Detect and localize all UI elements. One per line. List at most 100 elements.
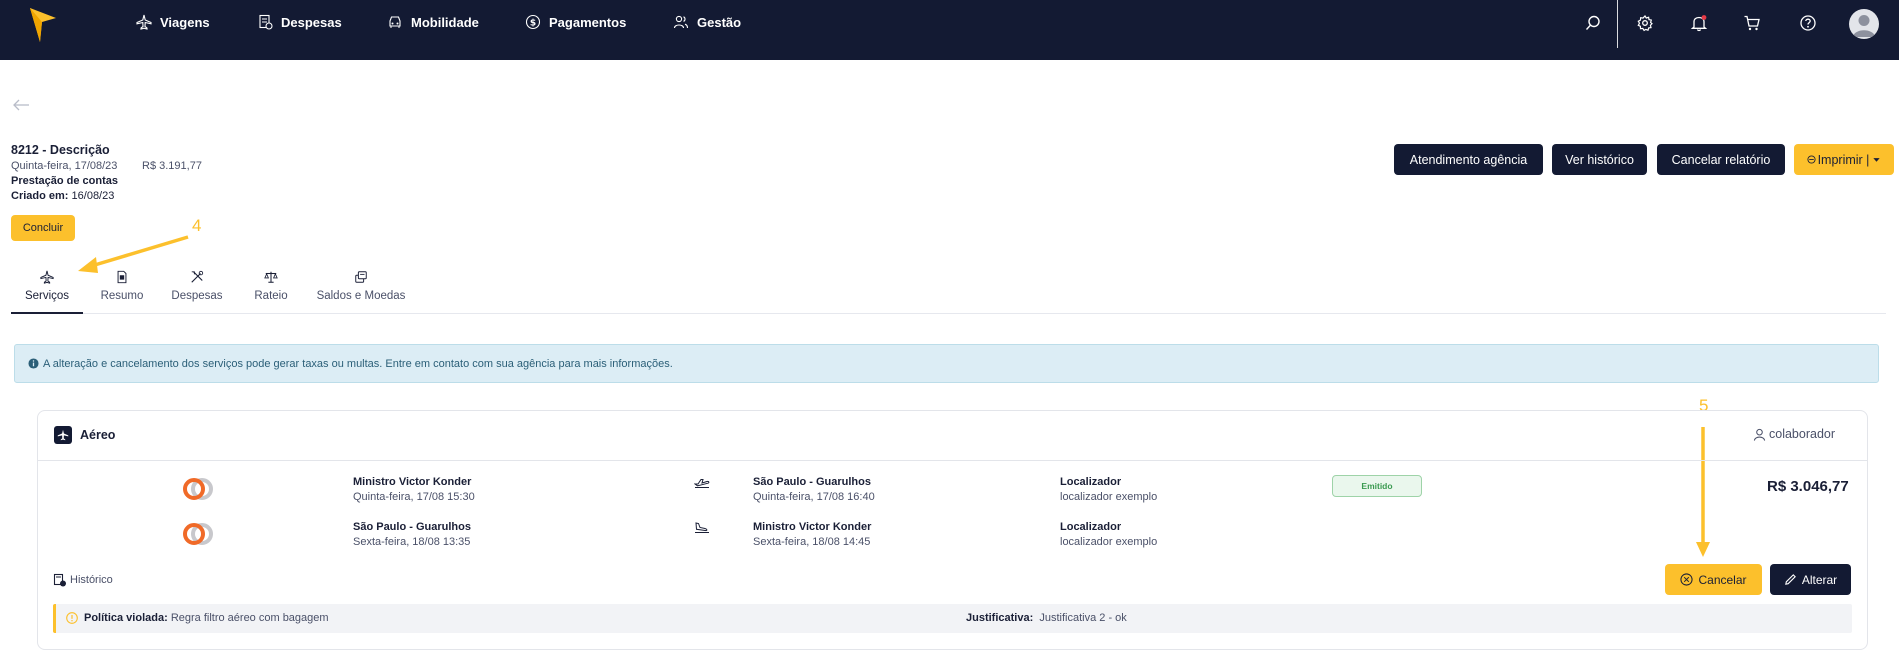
- tab-saldos-moedas[interactable]: Saldos e Moedas: [314, 270, 408, 314]
- back-arrow-icon[interactable]: [12, 98, 30, 112]
- flight-2-origin: São Paulo - Guarulhos: [353, 521, 471, 533]
- info-icon: [28, 358, 39, 369]
- policy-violated-value: Regra filtro aéreo com bagagem: [170, 612, 329, 624]
- airline-logo-icon: [183, 523, 213, 545]
- nav-gestao[interactable]: Gestão: [673, 13, 741, 31]
- created-label: Criado em:: [11, 190, 69, 202]
- nav-despesas-label: Despesas: [281, 14, 342, 30]
- edit-service-label: Alterar: [1801, 572, 1838, 587]
- justification-value: Justificativa 2 - ok: [1039, 612, 1127, 624]
- coins-icon: [355, 271, 367, 283]
- landing-icon: [695, 522, 709, 533]
- print-label: Imprimir |: [1817, 152, 1870, 167]
- notifications-button[interactable]: [1688, 12, 1710, 34]
- chevron-down-icon: [1873, 158, 1881, 162]
- airline-logo-icon: [183, 478, 213, 500]
- document-icon: [117, 270, 127, 284]
- tab-servicos-label: Serviços: [24, 290, 70, 302]
- nav-viagens-label: Viagens: [160, 14, 210, 30]
- nav-mobilidade-label: Mobilidade: [411, 14, 479, 30]
- tab-rateio[interactable]: Rateio: [252, 270, 290, 314]
- flight-1-destination: São Paulo - Guarulhos: [753, 476, 871, 488]
- tab-despesas-label: Despesas: [171, 290, 223, 302]
- search-button[interactable]: [1582, 12, 1604, 34]
- policy-justification: Justificativa: Justificativa 2 - ok: [966, 612, 1127, 624]
- scale-icon: [264, 271, 278, 283]
- printer-icon: [1807, 155, 1816, 164]
- policy-violated-label: Política violada:: [84, 612, 168, 624]
- cancel-service-label: Cancelar: [1698, 572, 1747, 587]
- nav-mobilidade[interactable]: Mobilidade: [387, 13, 479, 31]
- service-price: R$ 3.046,77: [1767, 478, 1849, 495]
- user-icon: [1753, 428, 1766, 441]
- plane-icon: [40, 270, 54, 284]
- agency-support-button[interactable]: Atendimento agência: [1394, 144, 1543, 175]
- conclude-button[interactable]: Concluir: [11, 215, 75, 241]
- airplane-badge-icon: [54, 426, 72, 444]
- warning-icon: [66, 612, 78, 624]
- tab-resumo-label: Resumo: [100, 290, 144, 302]
- tab-saldos-label: Saldos e Moedas: [316, 290, 406, 302]
- nav-pagamentos-label: Pagamentos: [549, 14, 627, 30]
- pencil-icon: [1784, 574, 1796, 585]
- bell-icon: [1690, 15, 1708, 32]
- nav-pagamentos[interactable]: $ Pagamentos: [525, 13, 626, 31]
- takeoff-icon: [694, 479, 710, 488]
- history-link[interactable]: Histórico: [53, 573, 113, 587]
- tab-active-indicator: [11, 312, 83, 314]
- collaborator-link[interactable]: colaborador: [1753, 427, 1835, 441]
- tab-resumo[interactable]: Resumo: [99, 270, 145, 314]
- tab-rateio-label: Rateio: [254, 290, 288, 302]
- view-history-button[interactable]: Ver histórico: [1552, 144, 1647, 175]
- settings-button[interactable]: [1634, 12, 1656, 34]
- search-icon: [1585, 15, 1600, 30]
- nav-despesas[interactable]: Despesas: [257, 13, 342, 31]
- report-created: Criado em: 16/08/23: [11, 190, 114, 202]
- cart-button[interactable]: [1741, 12, 1763, 34]
- user-icon: [1853, 15, 1875, 37]
- flight-2-destination: Ministro Victor Konder: [753, 521, 872, 533]
- plane-icon: [136, 14, 152, 30]
- flight-1-origin: Ministro Victor Konder: [353, 476, 472, 488]
- cart-icon: [1744, 15, 1760, 31]
- top-navigation-bar: Viagens Despesas Mobilidade $ Pagamentos…: [0, 0, 1899, 60]
- policy-violated: Política violada: Regra filtro aéreo com…: [84, 612, 329, 624]
- dollar-icon: $: [525, 14, 541, 30]
- tab-despesas[interactable]: Despesas: [170, 270, 224, 314]
- annotation-step-4: 4: [192, 216, 202, 235]
- svg-text:$: $: [530, 19, 536, 29]
- info-alert: A alteração e cancelamento dos serviços …: [14, 344, 1879, 383]
- justification-label: Justificativa:: [966, 612, 1034, 624]
- created-value: 16/08/23: [71, 190, 115, 202]
- tab-servicos[interactable]: Serviços: [25, 270, 69, 314]
- status-badge: Emitido: [1332, 475, 1422, 497]
- gear-icon: [1637, 15, 1653, 32]
- users-icon: [673, 15, 689, 29]
- flight-1-locator-label: Localizador: [1060, 476, 1122, 488]
- cancel-report-button[interactable]: Cancelar relatório: [1657, 144, 1785, 175]
- flight-2-arrival: Sexta-feira, 18/08 14:45: [753, 536, 871, 548]
- tabs-divider: [11, 313, 1886, 314]
- help-button[interactable]: [1797, 12, 1819, 34]
- car-icon: [389, 16, 401, 28]
- help-icon: [1800, 15, 1816, 31]
- nav-gestao-label: Gestão: [697, 14, 742, 30]
- card-header: Aéreo colaborador: [38, 411, 1867, 461]
- card-title: Aéreo: [80, 428, 116, 442]
- history-label: Histórico: [70, 574, 113, 586]
- nav-viagens[interactable]: Viagens: [136, 13, 210, 31]
- print-button[interactable]: Imprimir |: [1794, 144, 1894, 175]
- flight-2-departure: Sexta-feira, 18/08 13:35: [353, 536, 471, 548]
- cancel-circle-icon: [1680, 573, 1694, 586]
- topbar-divider: [1617, 0, 1618, 48]
- tools-icon: [191, 270, 204, 283]
- edit-service-button[interactable]: Alterar: [1770, 564, 1851, 595]
- report-title: 8212 - Descrição: [11, 143, 110, 157]
- info-alert-text: A alteração e cancelamento dos serviços …: [43, 357, 673, 370]
- flight-1-locator-value: localizador exemplo: [1060, 491, 1158, 503]
- user-avatar[interactable]: [1849, 9, 1879, 39]
- report-amount: R$ 3.191,77: [142, 160, 202, 172]
- cancel-service-button[interactable]: Cancelar: [1665, 564, 1762, 595]
- flight-2-locator-value: localizador exemplo: [1060, 536, 1158, 548]
- brand-logo[interactable]: [28, 6, 58, 44]
